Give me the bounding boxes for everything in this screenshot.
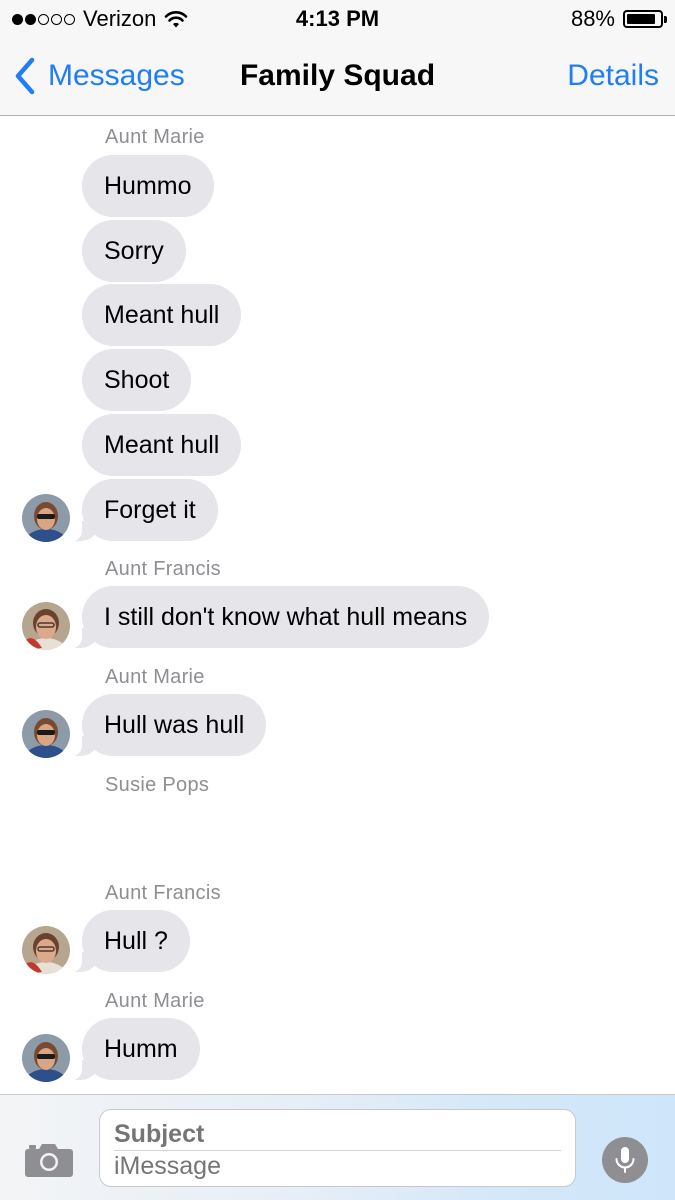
message-text: Hummo [104, 172, 192, 200]
avatar-aunt-francis[interactable] [22, 602, 70, 650]
battery-percentage: 88% [570, 6, 615, 31]
subject-field[interactable] [114, 1120, 560, 1149]
microphone-button[interactable] [602, 1137, 648, 1183]
message-bubble[interactable]: Meant hull [82, 414, 242, 476]
message-text: Hull was hull [104, 711, 245, 739]
avatar-photo [22, 926, 70, 974]
message-bubble[interactable]: Hull ? [70, 910, 190, 972]
sender-label: Aunt Francis [105, 882, 221, 904]
message-text: Meant hull [104, 431, 220, 459]
message-bubble[interactable]: Hummo [82, 155, 214, 217]
message-text: Humm [104, 1035, 178, 1063]
message-bubble[interactable]: Shoot [82, 349, 192, 411]
details-button[interactable]: Details [567, 56, 659, 96]
avatar-photo [22, 1034, 70, 1082]
message-bubble[interactable]: I still don't know what hull means [69, 586, 490, 648]
back-button-label: Messages [48, 59, 185, 92]
message-field[interactable] [114, 1152, 560, 1181]
avatar-photo [22, 494, 70, 542]
sender-label: Susie Pops [105, 774, 210, 796]
message-text: Hull ? [104, 927, 168, 955]
compose-bar [0, 1094, 675, 1200]
sender-label: Aunt Marie [105, 666, 205, 688]
sender-label: Aunt Marie [105, 126, 205, 148]
sender-label: Aunt Francis [105, 558, 221, 580]
avatar-aunt-marie[interactable] [22, 1034, 70, 1082]
message-bubble[interactable]: Hull was hull [69, 694, 267, 756]
message-bubble[interactable]: Meant hull [82, 284, 242, 346]
chevron-left-icon [15, 57, 35, 95]
message-text: Forget it [104, 496, 196, 524]
compose-text-box [99, 1109, 576, 1187]
message-text: I still don't know what hull means [104, 603, 468, 631]
avatar-photo [22, 602, 70, 650]
camera-icon[interactable] [24, 1141, 74, 1177]
avatar-aunt-marie[interactable] [22, 494, 70, 542]
message-bubble[interactable]: Sorry [82, 220, 186, 282]
sender-label: Aunt Marie [105, 990, 205, 1012]
microphone-icon [615, 1147, 635, 1173]
avatar-aunt-francis[interactable] [22, 926, 70, 974]
avatar-photo [22, 710, 70, 758]
message-text: Shoot [104, 366, 170, 394]
status-bar: Verizon 4:13 PM 88% [0, 0, 675, 38]
back-button[interactable]: Messages [14, 56, 185, 96]
divider [114, 1150, 561, 1151]
message-text: Meant hull [104, 301, 220, 329]
message-text: Sorry [104, 237, 164, 265]
status-right: 88% [570, 6, 667, 32]
message-bubble[interactable]: Forget it [70, 479, 218, 541]
message-bubble[interactable]: Humm [70, 1018, 200, 1080]
avatar-aunt-marie[interactable] [22, 710, 70, 758]
battery-level [627, 14, 656, 24]
battery-icon [623, 10, 667, 28]
navigation-bar: Messages Family Squad Details [0, 38, 675, 116]
